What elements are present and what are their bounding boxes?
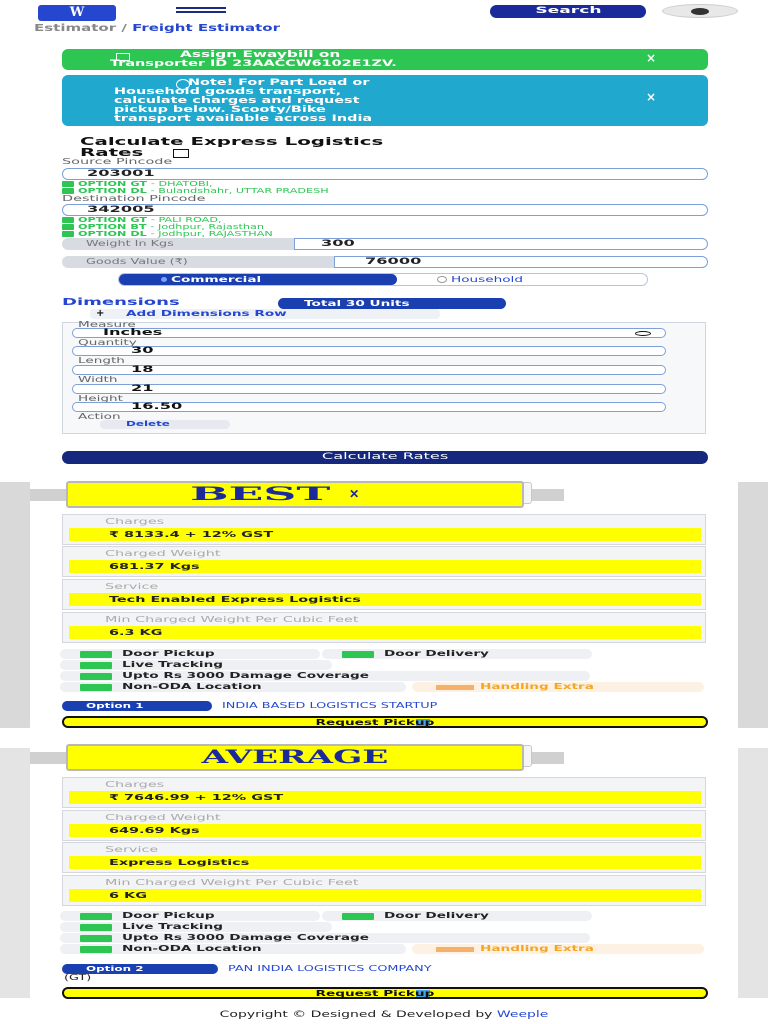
quantity-input[interactable]: 30 — [72, 346, 666, 356]
total-units-badge: Total 30 Units — [278, 298, 506, 309]
search-button[interactable]: Search — [490, 5, 646, 18]
feature-badge: Door Pickup — [60, 911, 320, 921]
request-pickup-button[interactable]: Request Pickup — [62, 716, 708, 728]
check-icon — [80, 946, 112, 953]
note-alert: Note! For Part Load or Household goods t… — [62, 75, 708, 126]
feature-badge-warning: Handling Extra — [412, 682, 704, 692]
feature-badge: Door Delivery — [322, 911, 592, 921]
warning-icon — [436, 947, 474, 952]
check-icon — [342, 913, 374, 920]
feature-badge: Live Tracking — [60, 660, 332, 670]
check-icon — [80, 924, 112, 931]
footer-brand-link[interactable]: Weeple — [497, 1010, 548, 1020]
destination-pincode-input[interactable]: 342005 — [62, 204, 708, 216]
calculator-title: Calculate Express Logistics Rates — [80, 135, 384, 159]
charged-weight-field: Charged Weight 681.37 Kgs — [62, 546, 706, 577]
check-icon — [80, 913, 112, 920]
radio-icon — [437, 276, 447, 283]
shipment-type-toggle: Commercial Household — [118, 273, 648, 286]
radio-icon — [161, 277, 167, 282]
option-badge: Option 1 — [62, 701, 212, 711]
best-ribbon: BEST ✕ — [66, 481, 524, 508]
add-dimensions-row-button[interactable]: + Add Dimensions Row — [90, 309, 440, 319]
charges-field: Charges ₹ 8133.4 + 12% GST — [62, 514, 706, 545]
charges-field: Charges ₹ 7646.99 + 12% GST — [62, 777, 706, 808]
width-input[interactable]: 21 — [72, 384, 666, 394]
check-icon — [80, 684, 112, 691]
eway-alert: Assign Ewaybill on Transporter ID 23AACC… — [62, 49, 708, 70]
close-icon[interactable]: × — [646, 91, 656, 103]
sparkle-icon: ✕ — [349, 487, 360, 501]
user-avatar[interactable] — [662, 4, 738, 18]
feature-badge: Non-ODA Location — [60, 944, 406, 954]
feature-badge: Upto Rs 3000 Damage Coverage — [60, 933, 590, 943]
check-icon — [62, 181, 74, 187]
chevron-down-icon — [635, 331, 651, 336]
measure-select[interactable]: Inches — [72, 328, 666, 338]
breadcrumb-root[interactable]: Estimator — [34, 23, 116, 34]
feature-badge: Door Delivery — [322, 649, 592, 659]
footer: Copyright © Designed & Developed by Weep… — [219, 1010, 549, 1020]
check-icon — [62, 217, 74, 223]
plus-icon: + — [96, 308, 105, 319]
warning-icon — [436, 685, 474, 690]
goods-value-input[interactable]: 76000 — [334, 256, 708, 268]
provider-name-suffix: (GT) — [64, 973, 92, 982]
check-icon — [342, 651, 374, 658]
calculate-rates-button[interactable]: Calculate Rates — [62, 451, 708, 464]
check-icon — [62, 231, 74, 237]
check-icon — [80, 662, 112, 669]
dimensions-row — [62, 322, 706, 434]
breadcrumb-current: Freight Estimator — [132, 23, 280, 34]
average-ribbon: AVERAGE — [66, 744, 524, 771]
feature-badge-warning: Handling Extra — [412, 944, 704, 954]
check-icon — [80, 651, 112, 658]
check-icon — [80, 673, 112, 680]
destination-option[interactable]: OPTION DL - Jodhpur, RAJASTHAN — [62, 231, 273, 238]
check-icon — [80, 935, 112, 942]
dimensions-title: Dimensions — [62, 297, 180, 308]
commercial-option[interactable]: Commercial — [119, 274, 397, 285]
source-pincode-input[interactable]: 203001 — [62, 168, 708, 180]
feature-badge: Non-ODA Location — [60, 682, 406, 692]
feature-badge: Door Pickup — [60, 649, 320, 659]
height-input[interactable]: 16.50 — [72, 402, 666, 412]
length-input[interactable]: 18 — [72, 365, 666, 375]
household-option[interactable]: Household — [437, 274, 523, 285]
check-icon — [62, 224, 74, 230]
weight-input[interactable]: 300 — [294, 238, 708, 250]
service-field: Service Tech Enabled Express Logistics — [62, 579, 706, 610]
close-icon[interactable]: × — [646, 52, 656, 64]
charged-weight-field: Charged Weight 649.69 Kgs — [62, 810, 706, 841]
delete-row-button[interactable]: Delete — [100, 420, 230, 429]
service-field: Service Express Logistics — [62, 842, 706, 873]
feature-badge: Live Tracking — [60, 922, 332, 932]
goods-value-label: Goods Value (₹) — [62, 256, 334, 268]
min-weight-field: Min Charged Weight Per Cubic Feet 6 KG — [62, 875, 706, 906]
calculator-icon — [173, 148, 190, 158]
top-navbar: W Search — [0, 0, 768, 24]
feature-badge: Upto Rs 3000 Damage Coverage — [60, 671, 590, 681]
request-pickup-button[interactable]: Request Pickup — [62, 987, 708, 999]
weight-label: Weight In Kgs — [62, 238, 294, 250]
menu-icon[interactable] — [176, 7, 226, 17]
provider-name: INDIA BASED LOGISTICS STARTUP — [222, 701, 438, 710]
provider-name: PAN INDIA LOGISTICS COMPANY — [228, 964, 432, 973]
brand-logo[interactable]: W — [38, 5, 116, 21]
breadcrumb: Estimator / Freight Estimator — [34, 23, 280, 34]
min-weight-field: Min Charged Weight Per Cubic Feet 6.3 KG — [62, 612, 706, 643]
